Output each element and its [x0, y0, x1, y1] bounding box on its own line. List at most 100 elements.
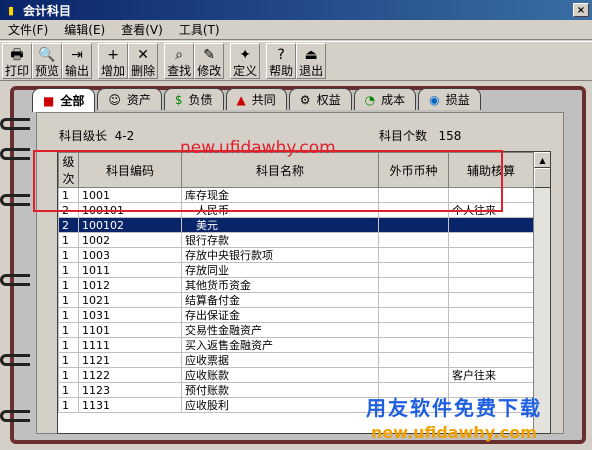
help-button[interactable]: ? 帮助 — [266, 43, 297, 79]
cell-name[interactable]: 应收票据 — [181, 352, 379, 368]
cell-level[interactable]: 1 — [58, 382, 79, 398]
preview-button[interactable]: 🔍 预览 — [32, 43, 63, 79]
menu-edit[interactable]: 编辑(E) — [56, 20, 113, 40]
delete-button[interactable]: ✕ 删除 — [128, 43, 159, 79]
define-button[interactable]: ✦ 定义 — [230, 43, 261, 79]
cell-name[interactable]: 其他货币资金 — [181, 277, 379, 293]
cell-code[interactable]: 1131 — [78, 397, 182, 413]
cell-level[interactable]: 1 — [58, 292, 79, 308]
tab-equity[interactable]: ⚙ 权益 — [288, 88, 352, 110]
cell-name[interactable]: 银行存款 — [181, 232, 379, 248]
cell-currency[interactable] — [378, 217, 449, 233]
exit-button[interactable]: ⏏ 退出 — [296, 43, 327, 79]
menu-tools[interactable]: 工具(T) — [171, 20, 228, 40]
cell-code[interactable]: 1011 — [78, 262, 182, 278]
cell-currency[interactable] — [378, 202, 449, 218]
cell-code[interactable]: 1101 — [78, 322, 182, 338]
menu-file[interactable]: 文件(F) — [0, 20, 56, 40]
cell-currency[interactable] — [378, 292, 449, 308]
cell-code[interactable]: 1003 — [78, 247, 182, 263]
cell-code[interactable]: 1021 — [78, 292, 182, 308]
table-row[interactable]: 1 1031 存出保证金 — [58, 307, 534, 323]
table-row[interactable]: 1 1101 交易性金融资产 — [58, 322, 534, 338]
cell-code[interactable]: 1001 — [78, 187, 182, 203]
cell-level[interactable]: 1 — [58, 322, 79, 338]
cell-code[interactable]: 1122 — [78, 367, 182, 383]
table-row[interactable]: 1 1012 其他货币资金 — [58, 277, 534, 293]
cell-currency[interactable] — [378, 307, 449, 323]
table-row[interactable]: 2 100101 人民币 个人往来 — [58, 202, 534, 218]
cell-aux[interactable]: 个人往来 — [448, 202, 534, 218]
cell-level[interactable]: 2 — [58, 202, 79, 218]
cell-currency[interactable] — [378, 262, 449, 278]
column-header-code[interactable]: 科目编码 — [78, 152, 182, 188]
print-button[interactable]: 🖶 打印 — [2, 43, 33, 79]
cell-currency[interactable] — [378, 367, 449, 383]
cell-name[interactable]: 结算备付金 — [181, 292, 379, 308]
cell-currency[interactable] — [378, 247, 449, 263]
column-header-aux[interactable]: 辅助核算 — [448, 152, 534, 188]
cell-name[interactable]: 存放同业 — [181, 262, 379, 278]
cell-level[interactable]: 1 — [58, 187, 79, 203]
tab-profit-loss[interactable]: ◉ 损益 — [418, 88, 481, 110]
cell-code[interactable]: 1002 — [78, 232, 182, 248]
cell-aux[interactable] — [448, 247, 534, 263]
cell-aux[interactable] — [448, 262, 534, 278]
export-button[interactable]: ⇥ 输出 — [62, 43, 93, 79]
cell-level[interactable]: 1 — [58, 367, 79, 383]
tab-liabilities[interactable]: $ 负债 — [163, 88, 224, 110]
tab-cost[interactable]: ◔ 成本 — [353, 88, 417, 110]
cell-level[interactable]: 1 — [58, 307, 79, 323]
cell-name[interactable]: 存出保证金 — [181, 307, 379, 323]
table-row[interactable]: 2 100102 美元 — [58, 217, 534, 233]
cell-aux[interactable]: 客户往来 — [448, 367, 534, 383]
cell-name[interactable]: 应收股利 — [181, 397, 379, 413]
cell-level[interactable]: 1 — [58, 262, 79, 278]
vertical-scrollbar[interactable]: ▲ — [533, 152, 550, 433]
cell-level[interactable]: 1 — [58, 247, 79, 263]
cell-level[interactable]: 1 — [58, 277, 79, 293]
cell-name[interactable]: 预付账款 — [181, 382, 379, 398]
cell-name[interactable]: 交易性金融资产 — [181, 322, 379, 338]
cell-aux[interactable] — [448, 277, 534, 293]
cell-level[interactable]: 1 — [58, 352, 79, 368]
cell-level[interactable]: 1 — [58, 397, 79, 413]
column-header-currency[interactable]: 外币币种 — [378, 152, 449, 188]
table-row[interactable]: 1 1111 买入返售金融资产 — [58, 337, 534, 353]
cell-currency[interactable] — [378, 277, 449, 293]
table-row[interactable]: 1 1002 银行存款 — [58, 232, 534, 248]
scroll-thumb[interactable] — [534, 168, 550, 188]
cell-code[interactable]: 1012 — [78, 277, 182, 293]
cell-aux[interactable] — [448, 232, 534, 248]
cell-level[interactable]: 2 — [58, 217, 79, 233]
cell-currency[interactable] — [378, 187, 449, 203]
cell-name[interactable]: 应收账款 — [181, 367, 379, 383]
cell-level[interactable]: 1 — [58, 232, 79, 248]
close-button[interactable]: × — [573, 3, 589, 17]
cell-aux[interactable] — [448, 187, 534, 203]
table-row[interactable]: 1 1122 应收账款 客户往来 — [58, 367, 534, 383]
cell-name[interactable]: 存放中央银行款项 — [181, 247, 379, 263]
cell-code[interactable]: 1123 — [78, 382, 182, 398]
cell-code[interactable]: 1121 — [78, 352, 182, 368]
menu-view[interactable]: 查看(V) — [113, 20, 171, 40]
tab-assets[interactable]: ☺ 资产 — [97, 88, 162, 110]
cell-currency[interactable] — [378, 322, 449, 338]
table-row[interactable]: 1 1021 结算备付金 — [58, 292, 534, 308]
add-button[interactable]: + 增加 — [98, 43, 129, 79]
table-row[interactable]: 1 1121 应收票据 — [58, 352, 534, 368]
tab-all[interactable]: ■ 全部 — [32, 88, 96, 112]
scroll-up-button[interactable]: ▲ — [534, 152, 550, 168]
cell-currency[interactable] — [378, 352, 449, 368]
cell-currency[interactable] — [378, 232, 449, 248]
cell-code[interactable]: 1111 — [78, 337, 182, 353]
cell-aux[interactable] — [448, 322, 534, 338]
table-row[interactable]: 1 1003 存放中央银行款项 — [58, 247, 534, 263]
column-header-level[interactable]: 级次 — [58, 152, 79, 188]
cell-name[interactable]: 人民币 — [181, 202, 379, 218]
cell-aux[interactable] — [448, 217, 534, 233]
cell-aux[interactable] — [448, 337, 534, 353]
cell-level[interactable]: 1 — [58, 337, 79, 353]
cell-aux[interactable] — [448, 307, 534, 323]
tab-common[interactable]: ▲ 共同 — [225, 88, 287, 110]
